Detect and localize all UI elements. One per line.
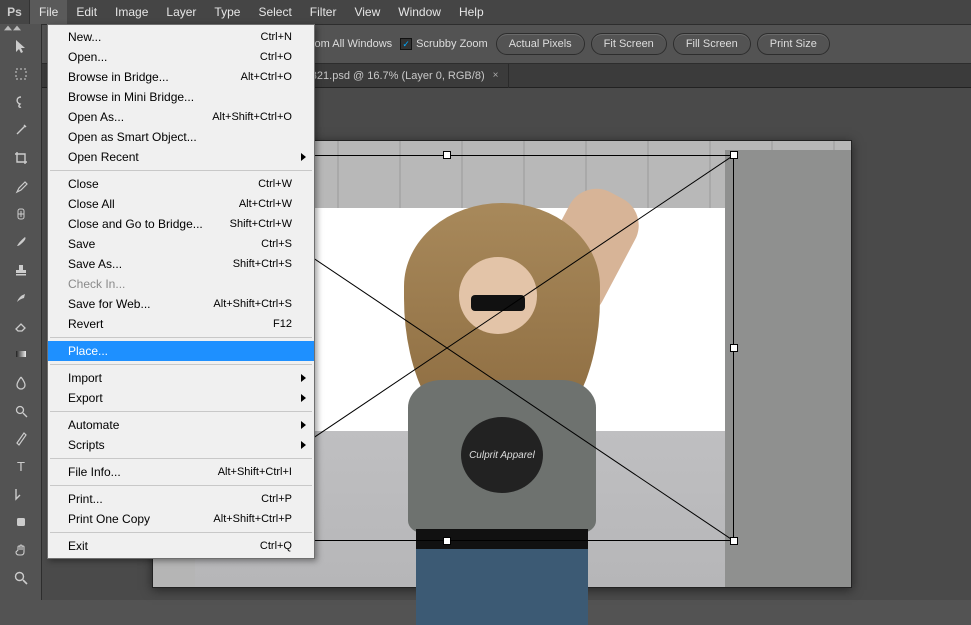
menu-filter[interactable]: Filter (301, 0, 346, 24)
menu-separator (50, 458, 312, 459)
opt-btn-fill-screen[interactable]: Fill Screen (673, 33, 751, 55)
submenu-arrow-icon (301, 394, 306, 402)
menu-view[interactable]: View (345, 0, 389, 24)
handle-br[interactable] (730, 537, 738, 545)
tool-healing-icon[interactable] (7, 202, 35, 226)
menu-item-check-in: Check In... (48, 274, 314, 294)
menu-item-print-one-copy[interactable]: Print One CopyAlt+Shift+Ctrl+P (48, 509, 314, 529)
menu-edit[interactable]: Edit (67, 0, 106, 24)
menu-item-open-recent[interactable]: Open Recent (48, 147, 314, 167)
file-menu-dropdown: New...Ctrl+NOpen...Ctrl+OBrowse in Bridg… (47, 24, 315, 559)
submenu-arrow-icon (301, 421, 306, 429)
tool-move-icon[interactable] (7, 34, 35, 58)
tool-eyedropper-icon[interactable] (7, 174, 35, 198)
menu-item-open-as[interactable]: Open As...Alt+Shift+Ctrl+O (48, 107, 314, 127)
menu-item-file-info[interactable]: File Info...Alt+Shift+Ctrl+I (48, 462, 314, 482)
tool-stamp-icon[interactable] (7, 258, 35, 282)
tool-history-icon[interactable] (7, 286, 35, 310)
tool-brush-icon[interactable] (7, 230, 35, 254)
menubar: Ps FileEditImageLayerTypeSelectFilterVie… (0, 0, 971, 24)
menu-type[interactable]: Type (205, 0, 249, 24)
menu-item-browse-in-bridge[interactable]: Browse in Bridge...Alt+Ctrl+O (48, 67, 314, 87)
scrubby-zoom-checkbox[interactable]: ✓Scrubby Zoom (400, 38, 488, 50)
menu-item-print[interactable]: Print...Ctrl+P (48, 489, 314, 509)
opt-btn-actual-pixels[interactable]: Actual Pixels (496, 33, 585, 55)
menu-separator (50, 485, 312, 486)
tool-eraser-icon[interactable] (7, 314, 35, 338)
submenu-arrow-icon (301, 153, 306, 161)
menu-window[interactable]: Window (389, 0, 450, 24)
tool-type-icon[interactable]: T (7, 454, 35, 478)
opt-btn-print-size[interactable]: Print Size (757, 33, 830, 55)
menu-help[interactable]: Help (450, 0, 493, 24)
tool-marquee-icon[interactable] (7, 62, 35, 86)
tool-hand-icon[interactable] (7, 538, 35, 562)
handle-tr[interactable] (730, 151, 738, 159)
tool-blur-icon[interactable] (7, 370, 35, 394)
menu-separator (50, 170, 312, 171)
opt-btn-fit-screen[interactable]: Fit Screen (591, 33, 667, 55)
menu-separator (50, 532, 312, 533)
tool-crop-icon[interactable] (7, 146, 35, 170)
menu-item-close[interactable]: CloseCtrl+W (48, 174, 314, 194)
menu-item-browse-in-mini-bridge[interactable]: Browse in Mini Bridge... (48, 87, 314, 107)
tool-wand-icon[interactable] (7, 118, 35, 142)
menu-item-exit[interactable]: ExitCtrl+Q (48, 536, 314, 556)
submenu-arrow-icon (301, 374, 306, 382)
menu-item-open-as-smart-object[interactable]: Open as Smart Object... (48, 127, 314, 147)
menu-item-export[interactable]: Export (48, 388, 314, 408)
menu-separator (50, 364, 312, 365)
tool-column: T (0, 24, 42, 600)
tool-gradient-icon[interactable] (7, 342, 35, 366)
svg-text:T: T (17, 459, 25, 474)
menu-layer[interactable]: Layer (157, 0, 205, 24)
menu-item-place[interactable]: Place... (48, 341, 314, 361)
menu-item-import[interactable]: Import (48, 368, 314, 388)
menu-separator (50, 411, 312, 412)
menu-select[interactable]: Select (249, 0, 300, 24)
tool-shape-icon[interactable] (7, 510, 35, 534)
menu-item-close-all[interactable]: Close AllAlt+Ctrl+W (48, 194, 314, 214)
menu-item-save-as[interactable]: Save As...Shift+Ctrl+S (48, 254, 314, 274)
submenu-arrow-icon (301, 441, 306, 449)
menu-image[interactable]: Image (106, 0, 157, 24)
close-icon[interactable]: × (493, 70, 499, 81)
tool-path-icon[interactable] (7, 482, 35, 506)
menu-item-save[interactable]: SaveCtrl+S (48, 234, 314, 254)
menu-file[interactable]: File (30, 0, 67, 24)
app-logo: Ps (0, 0, 30, 24)
handle-mr[interactable] (730, 344, 738, 352)
tool-pen-icon[interactable] (7, 426, 35, 450)
menu-items: FileEditImageLayerTypeSelectFilterViewWi… (30, 0, 493, 24)
menu-item-scripts[interactable]: Scripts (48, 435, 314, 455)
menu-item-close-and-go-to-bridge[interactable]: Close and Go to Bridge...Shift+Ctrl+W (48, 214, 314, 234)
menu-item-save-for-web[interactable]: Save for Web...Alt+Shift+Ctrl+S (48, 294, 314, 314)
tool-dodge-icon[interactable] (7, 398, 35, 422)
tool-lasso-icon[interactable] (7, 90, 35, 114)
menu-item-automate[interactable]: Automate (48, 415, 314, 435)
handle-bc[interactable] (443, 537, 451, 545)
menu-item-open[interactable]: Open...Ctrl+O (48, 47, 314, 67)
menu-item-new[interactable]: New...Ctrl+N (48, 27, 314, 47)
tool-zoom-icon[interactable] (7, 566, 35, 590)
menu-item-revert[interactable]: RevertF12 (48, 314, 314, 334)
menu-separator (50, 337, 312, 338)
handle-tc[interactable] (443, 151, 451, 159)
